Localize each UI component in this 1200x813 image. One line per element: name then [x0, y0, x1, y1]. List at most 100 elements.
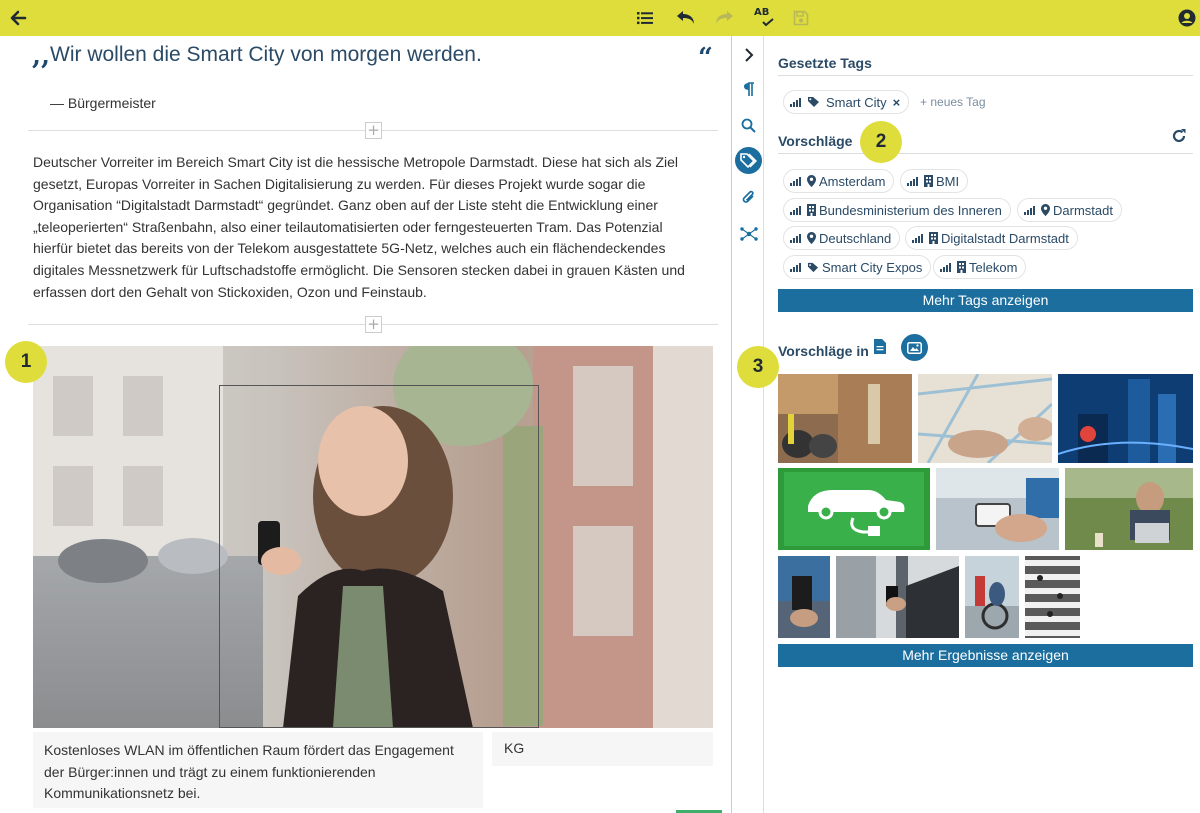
- tag-icon: [807, 262, 819, 272]
- suggestion-chip[interactable]: Smart City Expos: [783, 255, 932, 279]
- section-divider: [778, 153, 1193, 154]
- callout-badge-1: 1: [5, 341, 47, 383]
- relations-tool-button[interactable]: [735, 220, 762, 247]
- search-tool-button[interactable]: [735, 112, 762, 139]
- save-button[interactable]: [786, 0, 816, 36]
- attachments-tool-button[interactable]: [735, 184, 762, 211]
- result-thumbnail[interactable]: [1058, 374, 1193, 463]
- relevance-bars-icon: [1024, 206, 1035, 215]
- relevance-bars-icon: [940, 263, 951, 272]
- more-tags-button[interactable]: Mehr Tags anzeigen: [778, 289, 1193, 312]
- suggestion-label: Bundesministerium des Inneren: [819, 202, 1002, 218]
- more-results-button[interactable]: Mehr Ergebnisse anzeigen: [778, 644, 1193, 667]
- back-button[interactable]: [3, 0, 33, 36]
- result-thumbnail[interactable]: [918, 374, 1052, 463]
- collapse-panel-button[interactable]: [735, 41, 762, 68]
- building-icon: [929, 232, 938, 244]
- result-thumbnail[interactable]: [1065, 468, 1193, 550]
- arrow-left-icon: [10, 10, 27, 26]
- result-thumbnail[interactable]: [778, 374, 912, 463]
- crosswalk-photo: [1025, 556, 1080, 638]
- tag-icon: [808, 97, 819, 107]
- document-icon: [874, 339, 886, 354]
- tag-icon: [739, 153, 757, 168]
- suggestion-label: Darmstadt: [1053, 202, 1113, 218]
- wheelchair-street-photo: [965, 556, 1019, 638]
- result-thumbnail[interactable]: [936, 468, 1059, 550]
- location-pin-icon: [1041, 204, 1050, 216]
- suggestion-label: Telekom: [969, 259, 1018, 275]
- paragraph-icon: [743, 82, 754, 96]
- add-block-button[interactable]: +: [365, 316, 382, 333]
- suggestion-chip[interactable]: Amsterdam: [783, 169, 895, 193]
- result-thumbnail[interactable]: [965, 556, 1019, 638]
- image-crop-frame[interactable]: [219, 385, 539, 728]
- quote-close-mark: “: [698, 43, 713, 73]
- image-filter-button[interactable]: [901, 334, 928, 361]
- set-tags-title: Gesetzte Tags: [778, 55, 872, 71]
- location-pin-icon: [807, 175, 816, 187]
- remove-tag-button[interactable]: ×: [893, 95, 901, 110]
- suggestions-title: Vorschläge: [778, 133, 853, 149]
- quote-text[interactable]: Wir wollen die Smart City von morgen wer…: [50, 43, 482, 67]
- suggestion-chip[interactable]: Bundesministerium des Inneren: [783, 198, 1011, 222]
- chevron-right-icon: [744, 47, 753, 62]
- redo-icon: [716, 11, 733, 24]
- quote-open-mark: ,,: [32, 41, 51, 71]
- suggestion-chip[interactable]: Darmstadt: [1017, 198, 1122, 222]
- list-icon: [637, 12, 653, 25]
- suggestions-in-title: Vorschläge in: [778, 343, 869, 359]
- search-icon: [741, 118, 756, 133]
- result-thumbnail[interactable]: [836, 556, 959, 638]
- refresh-icon: [1172, 129, 1186, 143]
- suggestion-label: Deutschland: [819, 230, 892, 246]
- result-thumbnail[interactable]: [778, 556, 830, 638]
- relevance-bars-icon: [912, 234, 923, 243]
- user-button[interactable]: [1172, 0, 1200, 36]
- suggestion-label: Smart City Expos: [822, 259, 923, 275]
- callout-badge-2: 2: [860, 121, 902, 163]
- laptop-park-photo: [1065, 468, 1193, 550]
- new-tag-link[interactable]: + neues Tag: [920, 95, 986, 109]
- redo-button[interactable]: [709, 0, 739, 36]
- map-hands-photo: [918, 374, 1052, 463]
- body-paragraph[interactable]: Deutscher Vorreiter im Bereich Smart Cit…: [33, 152, 698, 303]
- suggestion-chip[interactable]: Telekom: [933, 255, 1027, 279]
- location-pin-icon: [807, 232, 816, 244]
- image-credit[interactable]: KG: [492, 732, 713, 766]
- sidebar-tool-strip: [731, 36, 764, 813]
- add-block-button[interactable]: +: [365, 122, 382, 139]
- result-thumbnail[interactable]: [778, 468, 930, 550]
- night-city-photo: [1058, 374, 1193, 463]
- relevance-bars-icon: [907, 177, 918, 186]
- refresh-suggestions-button[interactable]: [1171, 128, 1189, 146]
- account-icon: [1178, 9, 1196, 27]
- tags-panel: Gesetzte Tags Smart City × + neues Tag V…: [764, 36, 1200, 813]
- set-tag-chip[interactable]: Smart City ×: [783, 90, 910, 114]
- relevance-bars-icon: [790, 206, 801, 215]
- suggestion-chip[interactable]: Digitalstadt Darmstadt: [905, 226, 1078, 250]
- image-caption[interactable]: Kostenloses WLAN im öffentlichen Raum fö…: [33, 732, 483, 808]
- undo-button[interactable]: [671, 0, 701, 36]
- suggestion-chip[interactable]: Deutschland: [783, 226, 901, 250]
- relevance-bars-icon: [790, 234, 801, 243]
- undo-icon: [677, 11, 694, 24]
- paragraph-tool-button[interactable]: [735, 76, 762, 103]
- callout-badge-3: 3: [737, 346, 779, 388]
- office-phone-photo: [836, 556, 959, 638]
- document-filter-button[interactable]: [874, 339, 888, 357]
- tags-tool-button[interactable]: [735, 147, 762, 174]
- outline-button[interactable]: [630, 0, 660, 36]
- spellcheck-button[interactable]: AB: [748, 0, 778, 36]
- smartphone-street-photo: [936, 468, 1059, 550]
- result-thumbnail[interactable]: [1025, 556, 1080, 638]
- spellcheck-label: AB: [754, 7, 770, 18]
- save-icon: [793, 10, 809, 26]
- suggestion-label: Amsterdam: [819, 173, 886, 189]
- ev-charging-photo: [778, 468, 930, 550]
- quote-author[interactable]: — Bürgermeister: [50, 95, 156, 111]
- building-icon: [924, 175, 933, 187]
- suggestion-label: Digitalstadt Darmstadt: [941, 230, 1069, 246]
- suggestion-chip[interactable]: BMI: [900, 169, 969, 193]
- sky-phone-photo: [778, 556, 830, 638]
